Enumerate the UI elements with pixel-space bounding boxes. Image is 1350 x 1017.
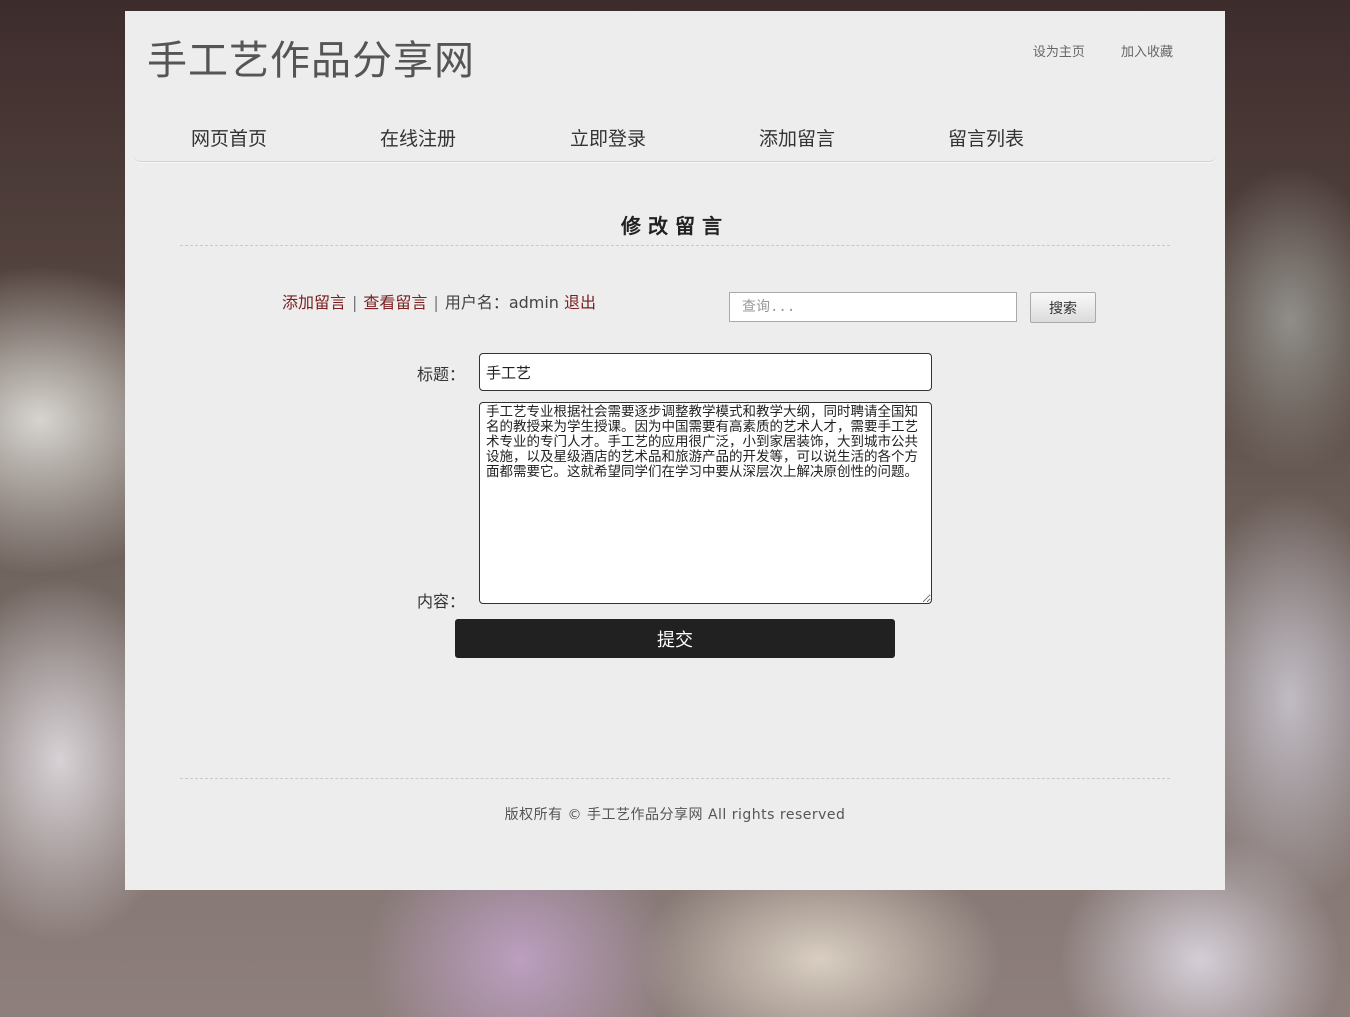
title-label: 标题：	[417, 365, 466, 384]
title-divider	[180, 245, 1170, 246]
site-title: 手工艺作品分享网	[147, 38, 475, 84]
submit-button[interactable]: 提交	[455, 619, 895, 658]
main-nav: 网页首页 在线注册 立即登录 添加留言 留言列表	[133, 114, 1217, 162]
title-field[interactable]	[479, 353, 932, 391]
nav-item-home[interactable]: 网页首页	[191, 124, 267, 151]
logout-link[interactable]: 退出	[564, 293, 596, 312]
nav-item-login[interactable]: 立即登录	[570, 124, 646, 151]
search-input[interactable]	[729, 292, 1017, 322]
username-display: 用户名：admin	[444, 293, 559, 312]
nav-item-message-list[interactable]: 留言列表	[948, 124, 1024, 151]
view-messages-link[interactable]: 查看留言	[363, 293, 427, 312]
main-panel: 手工艺作品分享网 设为主页 加入收藏 网页首页 在线注册 立即登录 添加留言 留…	[125, 11, 1225, 890]
section-title: 修改留言	[621, 214, 729, 238]
top-links: 设为主页 加入收藏	[1001, 41, 1173, 60]
add-message-link[interactable]: 添加留言	[282, 293, 346, 312]
search-button[interactable]: 搜索	[1030, 292, 1096, 323]
message-toolbar: 添加留言 | 查看留言 | 用户名：admin 退出	[282, 289, 596, 313]
nav-item-add-message[interactable]: 添加留言	[759, 124, 835, 151]
footer-divider	[180, 778, 1170, 779]
set-homepage-link[interactable]: 设为主页	[1033, 45, 1085, 60]
toolbar-separator: |	[352, 293, 358, 312]
content-field[interactable]: 手工艺专业根据社会需要逐步调整教学模式和教学大纲，同时聘请全国知名的教授来为学生…	[479, 402, 932, 604]
add-favorite-link[interactable]: 加入收藏	[1121, 45, 1173, 60]
nav-item-register[interactable]: 在线注册	[380, 124, 456, 151]
toolbar-separator: |	[433, 293, 439, 312]
content-label: 内容：	[417, 592, 466, 611]
footer-copyright: 版权所有 © 手工艺作品分享网 All rights reserved	[504, 807, 846, 823]
